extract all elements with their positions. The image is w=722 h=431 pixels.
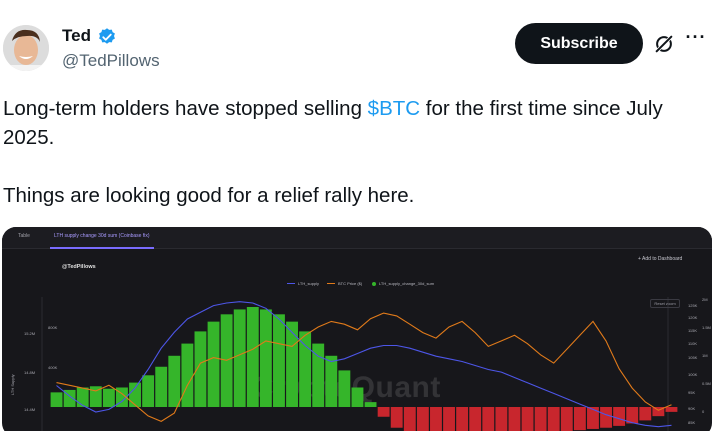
lth-change-bar — [207, 321, 220, 407]
lth-change-bar — [325, 355, 338, 407]
lth-change-bar — [286, 321, 298, 407]
lth-change-bar — [665, 407, 678, 412]
lth-change-bar — [456, 407, 469, 431]
author-name[interactable]: Ted — [62, 26, 91, 46]
lth-change-bar — [76, 387, 89, 407]
more-options-icon[interactable]: ··· — [685, 28, 707, 50]
lth-change-bar — [613, 407, 626, 426]
lth-change-bar — [50, 392, 63, 407]
lth-change-bar — [587, 407, 599, 429]
lth-change-bar — [142, 375, 155, 407]
lth-change-bar — [430, 407, 442, 431]
lth-change-bar — [521, 407, 534, 431]
lth-change-bar — [102, 388, 115, 407]
post-text: Long-term holders have stopped selling $… — [3, 94, 718, 210]
cashtag-link[interactable]: $BTC — [368, 97, 420, 120]
post-header: Ted @TedPillows Subscribe ··· — [0, 0, 722, 90]
lth-change-bar — [233, 309, 246, 407]
lth-change-bar — [416, 407, 429, 431]
lth-change-bar — [443, 407, 455, 431]
verified-badge-icon — [99, 28, 115, 44]
lth-change-bar — [168, 355, 181, 407]
lth-change-bar — [299, 331, 312, 407]
lth-change-bar — [560, 407, 573, 431]
lth-change-bar — [534, 407, 547, 431]
lth-change-bar — [390, 407, 403, 428]
lth-change-bar — [364, 402, 377, 407]
lth-change-bar — [273, 314, 285, 407]
lth-change-bar — [129, 382, 141, 407]
subscribe-button[interactable]: Subscribe — [515, 23, 643, 64]
lth-change-bar — [403, 407, 416, 431]
chart-plot-area — [41, 297, 678, 431]
lth-change-bar — [351, 387, 364, 407]
lth-change-bar — [181, 343, 194, 407]
lth-change-bar — [482, 407, 495, 431]
lth-change-bar — [495, 407, 508, 431]
lth-change-bar — [469, 407, 482, 431]
post-text-part: Long-term holders have stopped selling — [3, 97, 368, 120]
avatar[interactable] — [3, 25, 49, 71]
lth-change-bar — [259, 309, 272, 407]
lth-change-bar — [639, 407, 652, 421]
post-text-line2: Things are looking good for a relief ral… — [3, 184, 415, 207]
lth-change-bar — [547, 407, 560, 431]
author-handle[interactable]: @TedPillows — [62, 51, 160, 71]
lth-change-bar — [338, 370, 351, 407]
chart-image[interactable]: Table LTH supply change 30d sum (Coinbas… — [2, 227, 712, 431]
lth-change-bar — [246, 307, 259, 407]
lth-change-bar — [600, 407, 612, 428]
lth-change-bar — [573, 407, 586, 431]
grok-icon[interactable] — [653, 33, 675, 55]
lth-change-bar — [377, 407, 390, 417]
lth-change-bar — [508, 407, 521, 431]
lth-change-bar — [155, 366, 168, 407]
